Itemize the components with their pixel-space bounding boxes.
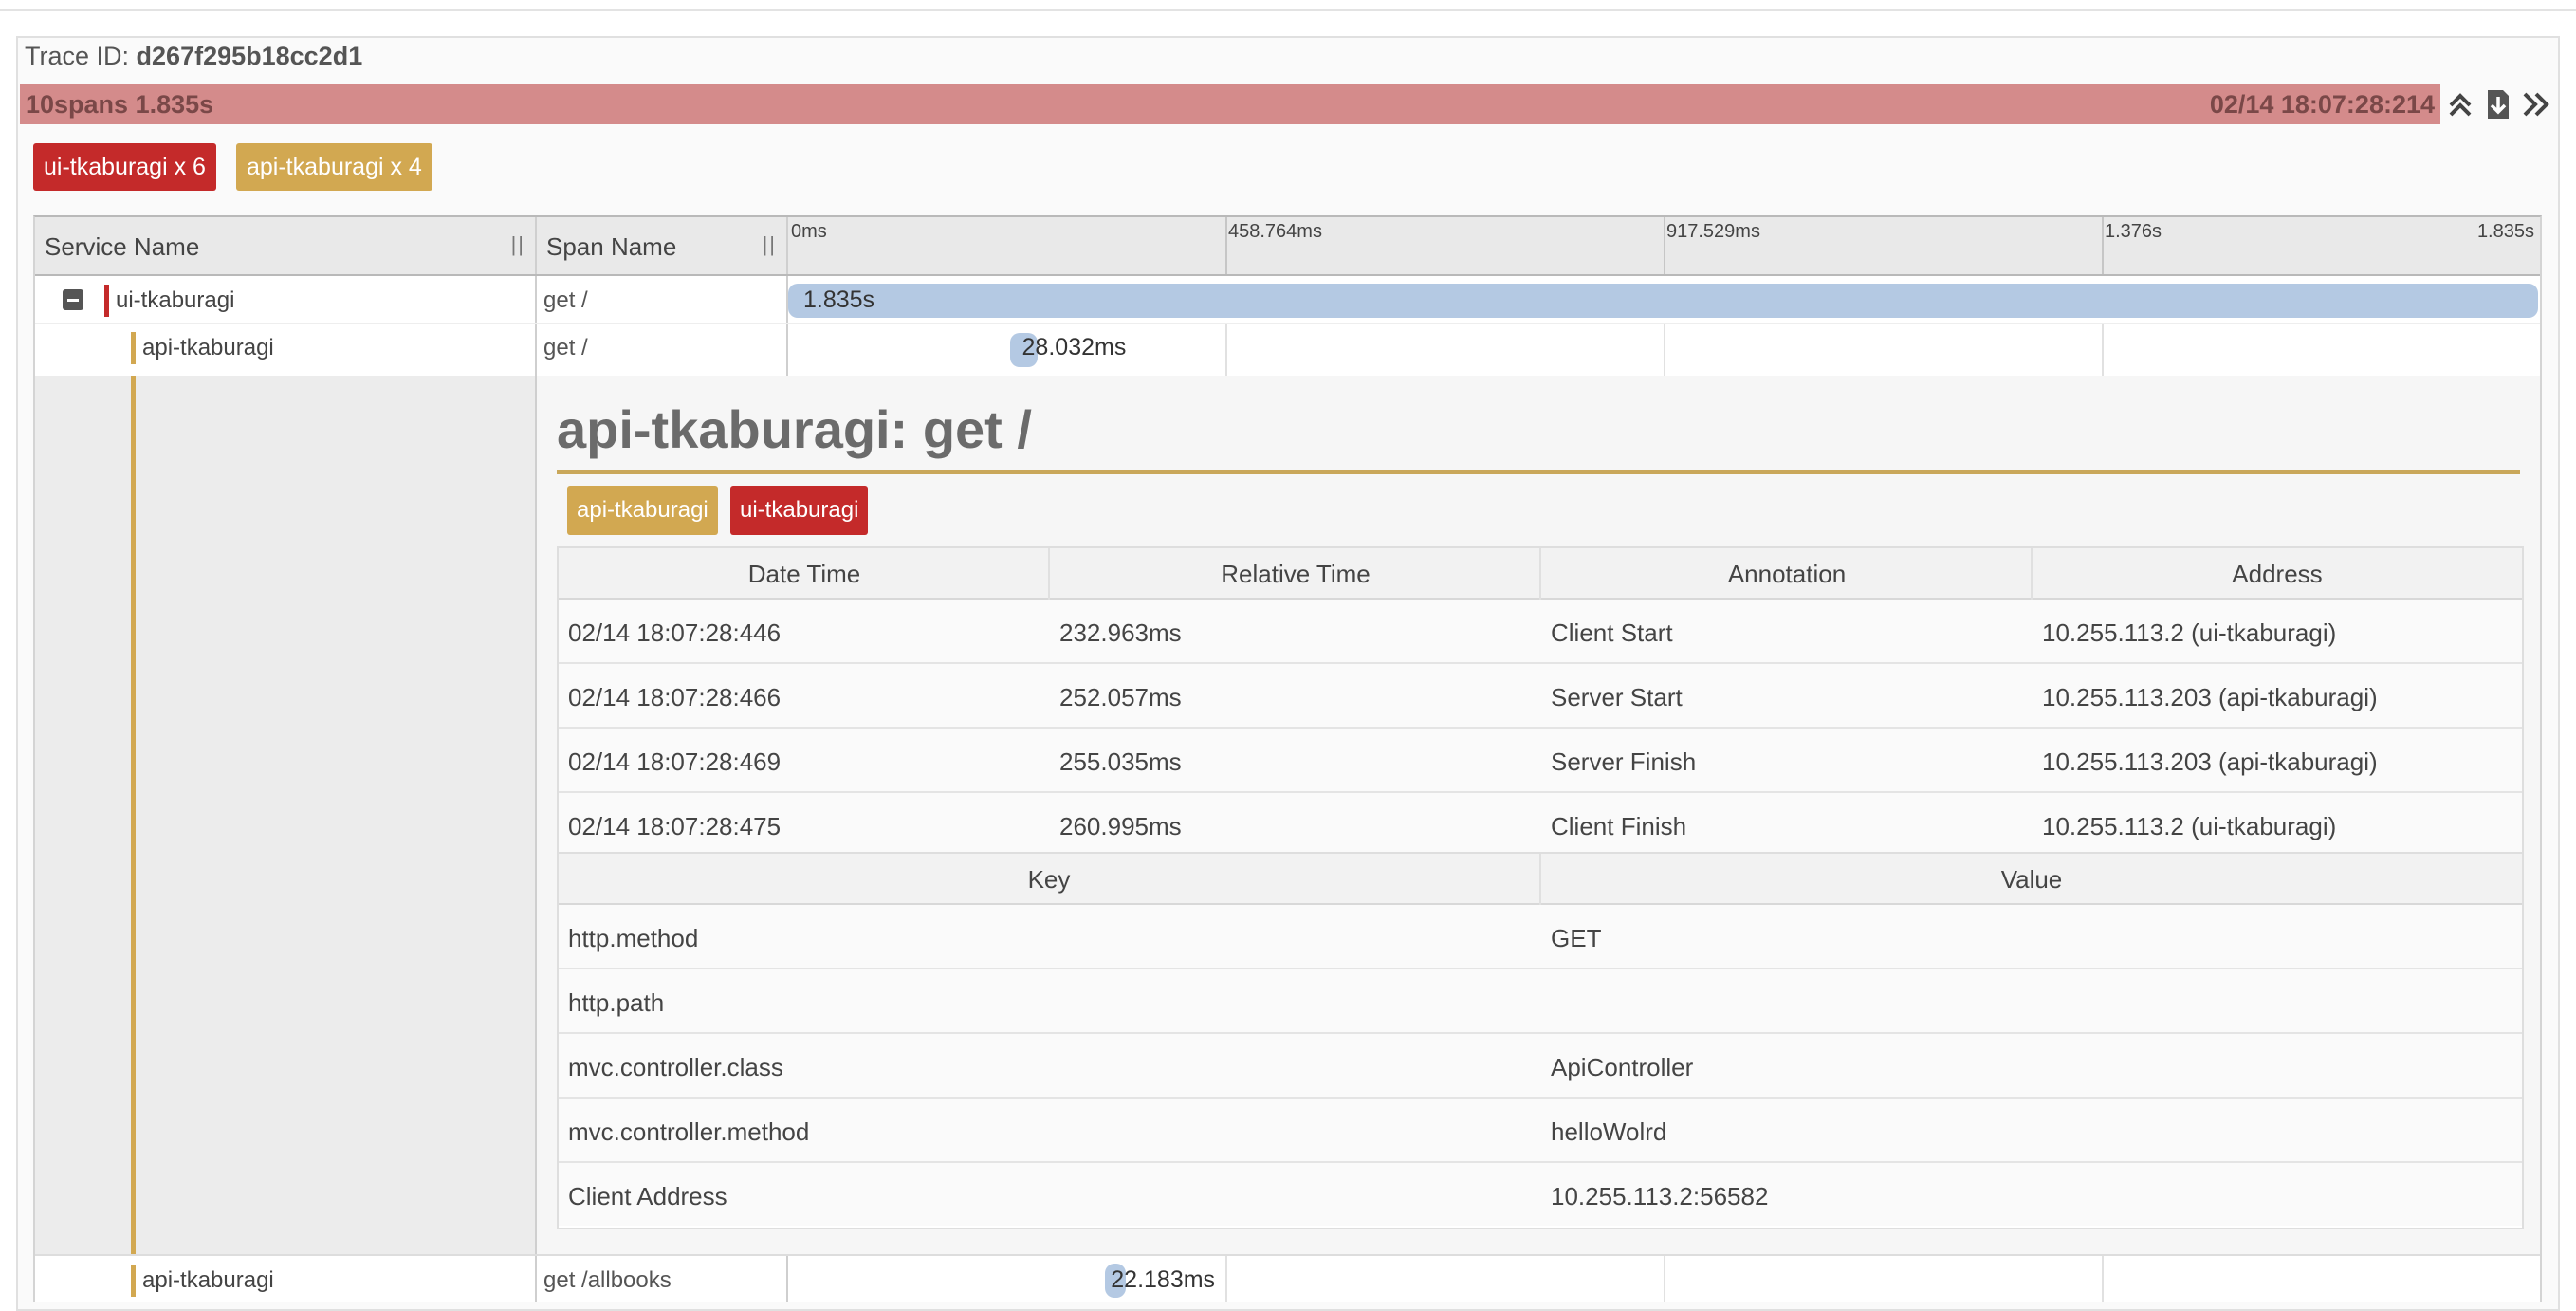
annotations-table: Date Time Relative Time Annotation Addre…: [557, 546, 2524, 856]
column-resize-grip[interactable]: ||: [511, 232, 525, 257]
trace-id: Trace ID: d267f295b18cc2d1: [25, 42, 362, 71]
service-badge-ui[interactable]: ui-tkaburagi x 6: [33, 143, 216, 191]
detail-service-badge-ui[interactable]: ui-tkaburagi: [730, 486, 869, 535]
tags-table: Key Value http.method GET http.path mvc.…: [557, 852, 2524, 1229]
timeline-tick-label: 1.376s: [2105, 221, 2162, 242]
annotation-name: Server Finish: [1551, 748, 1697, 776]
tag-key: http.path: [568, 988, 665, 1017]
timeline-header: Service Name || Span Name || 0ms 458.764…: [35, 217, 2540, 276]
trace-summary-spans: 10spans 1.835s: [26, 90, 214, 119]
service-name: ui-tkaburagi: [116, 287, 235, 313]
annotation-relative-time: 255.035ms: [1059, 748, 1182, 776]
annotation-address: 10.255.113.203 (api-tkaburagi): [2042, 748, 2378, 776]
annotation-address: 10.255.113.203 (api-tkaburagi): [2042, 683, 2378, 711]
service-color-marker: [131, 1265, 136, 1297]
column-header-annotation: Annotation: [1727, 560, 1847, 588]
annotation-date-time: 02/14 18:07:28:466: [568, 683, 782, 711]
collapse-all-icon[interactable]: [2441, 84, 2479, 124]
service-name: api-tkaburagi: [142, 335, 274, 360]
timeline-tick-label: 458.764ms: [1228, 221, 1322, 242]
service-color-marker: [131, 332, 136, 364]
trace-summary-bar: 10spans 1.835s 02/14 18:07:28:214: [20, 84, 2440, 124]
column-header-date-time: Date Time: [747, 560, 861, 588]
annotation-row: 02/14 18:07:28:475 260.995ms Client Fini…: [559, 793, 2522, 856]
tag-value: ApiController: [1551, 1053, 1694, 1081]
tag-row: mvc.controller.method helloWolrd: [559, 1099, 2522, 1163]
span-duration-bar[interactable]: [788, 284, 2538, 318]
span-name: get /: [543, 335, 588, 360]
span-name-column-header[interactable]: Span Name ||: [537, 217, 786, 274]
tag-row: http.method GET: [559, 905, 2522, 969]
annotation-name: Client Finish: [1551, 812, 1687, 840]
expand-icon[interactable]: [2517, 84, 2555, 124]
annotation-address: 10.255.113.2 (ui-tkaburagi): [2042, 619, 2337, 647]
detail-service-badge-api[interactable]: api-tkaburagi: [567, 486, 718, 535]
tag-key: mvc.controller.class: [568, 1053, 783, 1081]
column-divider: [786, 217, 788, 274]
download-icon[interactable]: [2479, 84, 2517, 124]
span-name: get /allbooks: [543, 1267, 672, 1293]
column-header-address: Address: [2232, 560, 2323, 588]
service-name-column-header[interactable]: Service Name ||: [35, 217, 535, 274]
span-row[interactable]: api-tkaburagi get /allbooks 22.183ms: [35, 1254, 2540, 1303]
tag-row: mvc.controller.class ApiController: [559, 1034, 2522, 1099]
tag-key: mvc.controller.method: [568, 1117, 810, 1146]
trace-id-value: d267f295b18cc2d1: [136, 42, 363, 70]
service-color-marker: [104, 285, 109, 317]
trace-summary-timestamp: 02/14 18:07:28:214: [2209, 90, 2435, 119]
trace-id-label: Trace ID:: [25, 42, 130, 70]
span-duration-label: 28.032ms: [1021, 334, 1127, 360]
service-color-marker: [131, 376, 136, 1254]
span-detail-gutter: [35, 376, 535, 1254]
tag-key: http.method: [568, 924, 699, 952]
annotation-name: Server Start: [1551, 683, 1683, 711]
span-name-header-label: Span Name: [546, 232, 677, 261]
span-duration-label: 22.183ms: [1111, 1266, 1216, 1293]
annotation-address: 10.255.113.2 (ui-tkaburagi): [2042, 812, 2337, 840]
top-divider: [0, 9, 2576, 11]
annotation-date-time: 02/14 18:07:28:475: [568, 812, 782, 840]
annotation-relative-time: 260.995ms: [1059, 812, 1182, 840]
column-header-key: Key: [1027, 865, 1071, 894]
service-name-header-label: Service Name: [45, 232, 200, 261]
service-badge-api[interactable]: api-tkaburagi x 4: [236, 143, 432, 191]
annotation-row: 02/14 18:07:28:469 255.035ms Server Fini…: [559, 729, 2522, 793]
column-header-value: Value: [2000, 865, 2063, 894]
annotation-date-time: 02/14 18:07:28:446: [568, 619, 782, 647]
annotation-relative-time: 252.057ms: [1059, 683, 1182, 711]
annotation-relative-time: 232.963ms: [1059, 619, 1182, 647]
span-row[interactable]: api-tkaburagi get / 28.032ms: [35, 323, 2540, 371]
tag-row: http.path: [559, 969, 2522, 1034]
timeline-tick-line: [2102, 217, 2104, 274]
trace-timeline-grid: Service Name || Span Name || 0ms 458.764…: [33, 215, 2542, 1302]
service-name: api-tkaburagi: [142, 1267, 274, 1293]
span-name: get /: [543, 287, 588, 313]
timeline-tick-label: 1.835s: [2476, 221, 2534, 242]
tag-row: Client Address 10.255.113.2:56582: [559, 1163, 2522, 1226]
tag-value: 10.255.113.2:56582: [1551, 1182, 1769, 1210]
timeline-tick-label: 0ms: [791, 221, 827, 242]
annotation-row: 02/14 18:07:28:466 252.057ms Server Star…: [559, 664, 2522, 729]
column-resize-grip[interactable]: ||: [763, 232, 777, 257]
annotation-row: 02/14 18:07:28:446 232.963ms Client Star…: [559, 600, 2522, 664]
column-header-relative-time: Relative Time: [1221, 560, 1371, 588]
annotation-date-time: 02/14 18:07:28:469: [568, 748, 782, 776]
timeline-tick-line: [1664, 217, 1665, 274]
tag-value: GET: [1551, 924, 1602, 952]
collapse-toggle-icon[interactable]: [63, 289, 83, 310]
annotation-name: Client Start: [1551, 619, 1673, 647]
timeline-tick-line: [1225, 217, 1227, 274]
tag-value: helloWolrd: [1551, 1117, 1667, 1146]
span-row[interactable]: ui-tkaburagi get / 1.835s: [35, 276, 2540, 324]
tag-key: Client Address: [568, 1182, 727, 1210]
span-detail-title: api-tkaburagi: get /: [557, 399, 1032, 459]
span-duration-label: 1.835s: [803, 286, 875, 313]
timeline-tick-label: 917.529ms: [1666, 221, 1760, 242]
span-detail-title-rule: [557, 470, 2520, 474]
